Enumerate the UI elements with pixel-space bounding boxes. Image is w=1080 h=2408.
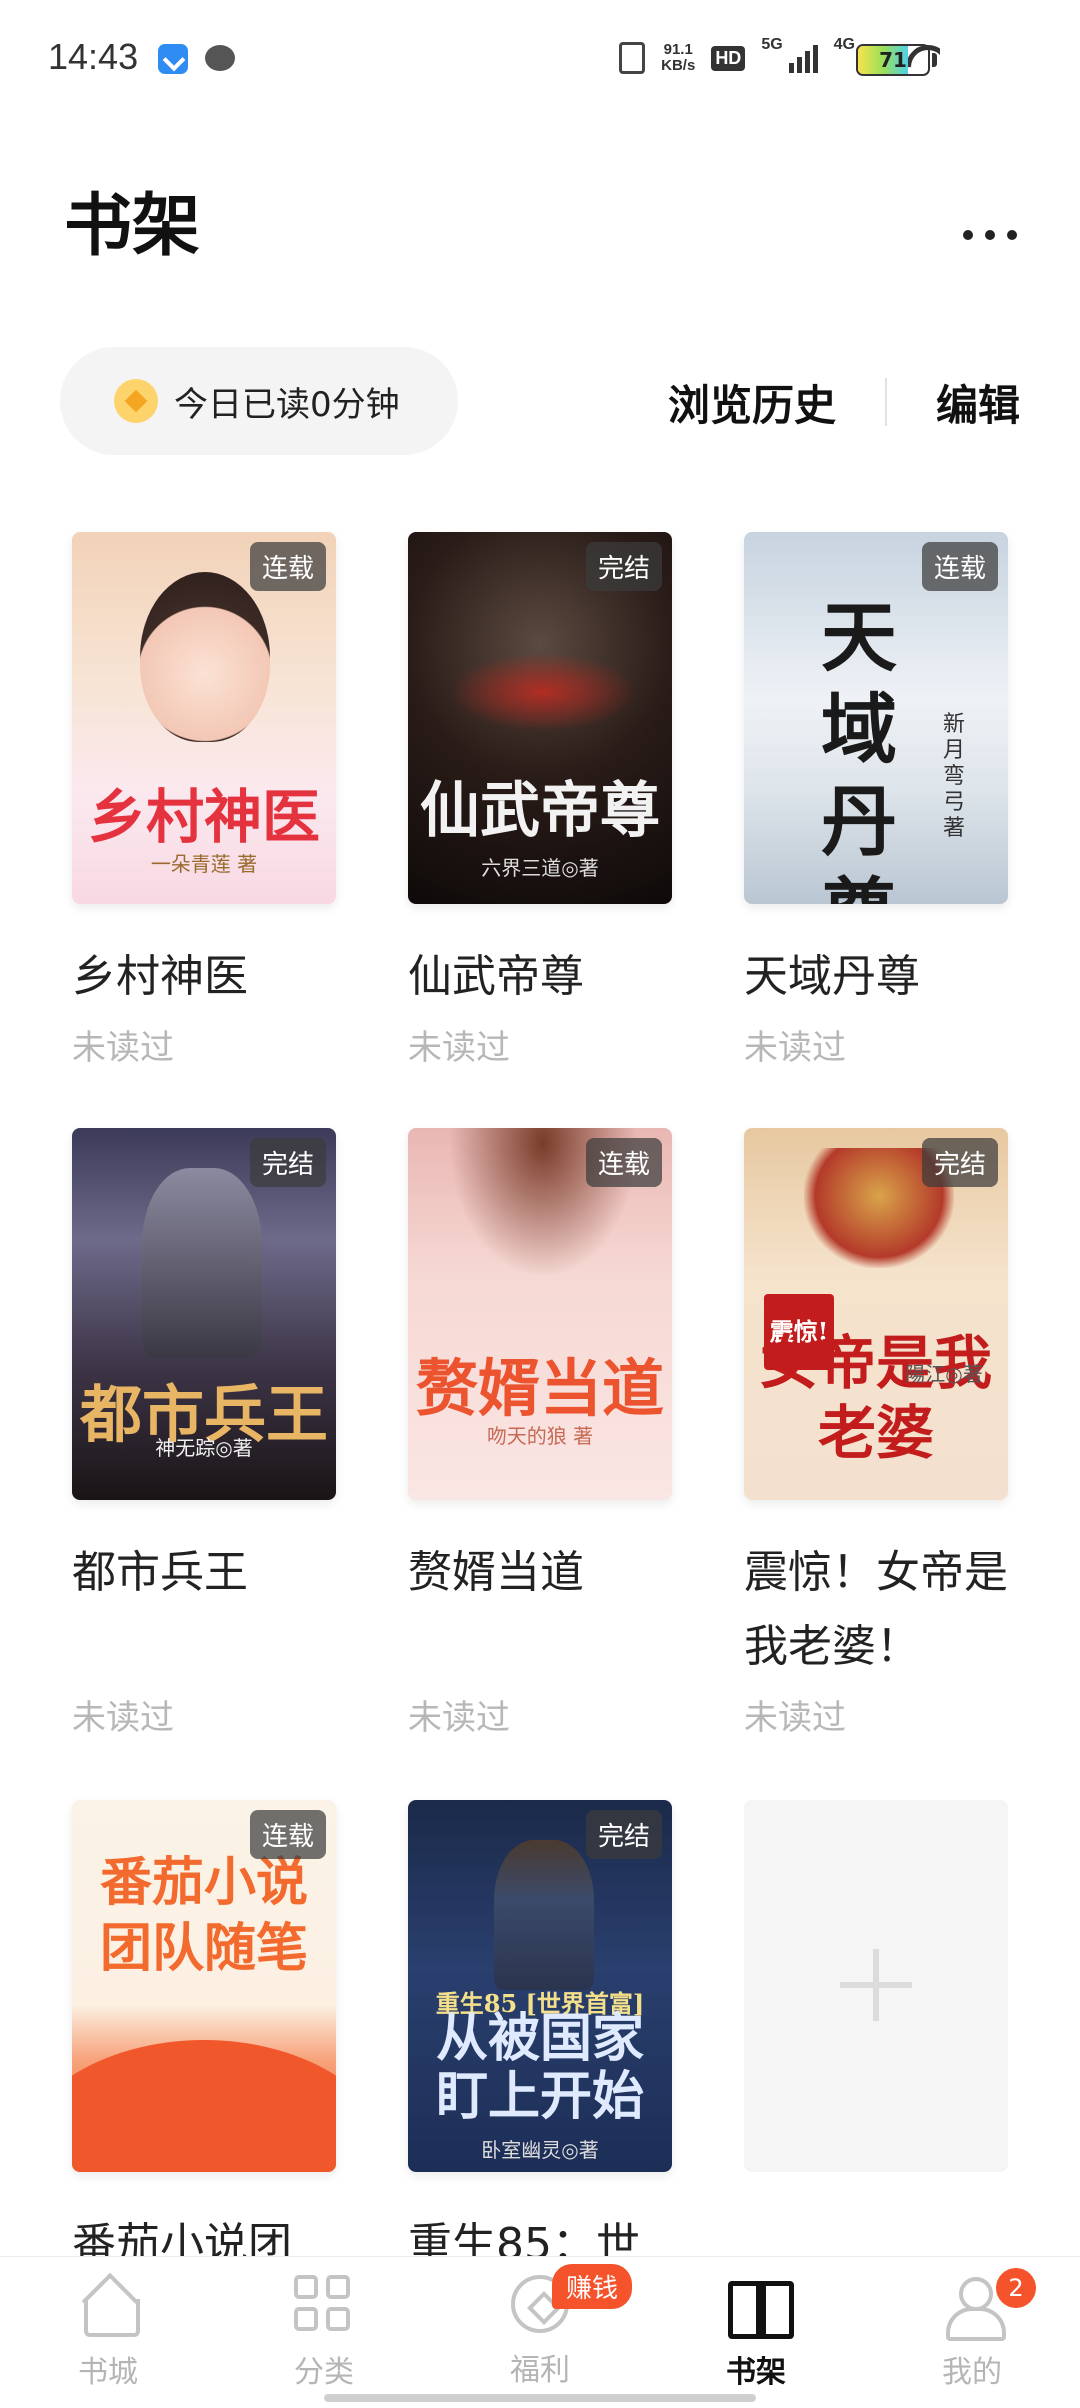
book-cover[interactable]: 天域丹尊 新月弯弓 著 连载 (744, 532, 1008, 904)
cover-author: 六界三道◎著 (481, 856, 599, 880)
serial-status-badge: 完结 (921, 1138, 998, 1187)
add-book-button[interactable] (744, 1800, 1008, 2172)
network-speed-unit: KB/s (661, 57, 696, 74)
book-cover[interactable]: 乡村神医 一朵青莲 著 连载 (72, 532, 336, 904)
book-cover[interactable]: 仙武帝尊 六界三道◎著 完结 (408, 532, 672, 904)
nav-label: 书城 (78, 2355, 138, 2390)
book-item[interactable]: 都市兵王 神无踪◎著 完结 都市兵王 未读过 (72, 1128, 336, 1739)
cover-title: 乡村神医 (87, 783, 320, 851)
network-speed-value: 91.1 (663, 41, 693, 58)
reading-time-text: 今日已读0分钟 (174, 384, 400, 425)
serial-status-badge: 完结 (585, 1810, 662, 1859)
book-title[interactable]: 仙武帝尊 (408, 940, 672, 1014)
nav-label: 书架 (726, 2355, 786, 2390)
edit-button[interactable]: 编辑 (936, 372, 1020, 433)
nav-label: 我的 (942, 2355, 1002, 2390)
cover-author: 一朵青莲 著 (150, 852, 258, 876)
cover-title: 仙武帝尊 (420, 776, 660, 846)
cover-title: 女帝是我老婆 (759, 1329, 992, 1467)
book-icon (726, 2275, 794, 2339)
serial-status-badge: 连载 (921, 542, 998, 591)
signal-5g-icon (788, 43, 818, 73)
book-item[interactable]: 重生85 [世界首富] 从被国家盯上开始 卧室幽灵◎著 完结 重生85：世 (408, 1800, 672, 2282)
cover-illustration (448, 652, 638, 732)
signal-5g-label: 5G (761, 36, 783, 53)
book-cover[interactable]: 赘婿当道 吻天的狼 著 连载 (408, 1128, 672, 1500)
grid-icon (294, 2275, 354, 2335)
nav-bookshelf[interactable]: 书架 (686, 2275, 826, 2391)
more-icon (963, 230, 973, 240)
cover-title: 赘婿当道 (415, 1352, 664, 1425)
book-cover[interactable]: 重生85 [世界首富] 从被国家盯上开始 卧室幽灵◎著 完结 (408, 1800, 672, 2172)
nav-label: 福利 (510, 2353, 570, 2388)
cover-author: 神无踪◎著 (155, 1436, 253, 1460)
message-notification-icon (205, 45, 235, 71)
network-speed: 91.1 KB/s (661, 42, 695, 74)
book-cover[interactable]: 都市兵王 神无踪◎著 完结 (72, 1128, 336, 1500)
battery-icon: 71 (856, 44, 930, 76)
cover-author: 新月弯弓 著 (942, 712, 965, 841)
more-icon-dot (985, 230, 995, 240)
read-status: 未读过 (408, 1698, 510, 1738)
action-divider (885, 378, 887, 426)
cover-illustration (72, 2040, 336, 2172)
signal-4g-label: 4G (833, 36, 855, 53)
battery-cap (932, 53, 937, 67)
read-status: 未读过 (744, 1028, 846, 1068)
book-cover[interactable]: 番茄小说团队随笔 连载 (72, 1800, 336, 2172)
book-title[interactable]: 震惊！女帝是我老婆！ (744, 1536, 1008, 1684)
book-title[interactable]: 乡村神医 (72, 940, 336, 1014)
notification-count-badge: 2 (996, 2268, 1036, 2308)
read-status: 未读过 (72, 1028, 174, 1068)
battery-level: 71 (879, 48, 907, 72)
book-title[interactable]: 天域丹尊 (744, 940, 1008, 1014)
cover-illustration (494, 1840, 594, 1990)
book-item[interactable]: 乡村神医 一朵青莲 著 连载 乡村神医 未读过 (72, 532, 336, 1069)
book-cover[interactable]: 震惊! 女帝是我老婆 陽江◎著 完结 (744, 1128, 1008, 1500)
coin-icon (114, 379, 158, 423)
book-item[interactable]: 天域丹尊 新月弯弓 著 连载 天域丹尊 未读过 (744, 532, 1008, 1069)
cover-title: 番茄小说团队随笔 (100, 1852, 309, 1979)
cover-title: 从被国家盯上开始 (435, 2008, 644, 2127)
book-item[interactable]: 赘婿当道 吻天的狼 著 连载 赘婿当道 未读过 (408, 1128, 672, 1739)
nav-bookstore[interactable]: 书城 (38, 2275, 178, 2391)
cover-author: 卧室幽灵◎著 (481, 2138, 599, 2162)
read-status: 未读过 (72, 1698, 174, 1738)
browse-history-button[interactable]: 浏览历史 (668, 372, 836, 433)
more-options-button[interactable] (950, 200, 1030, 270)
status-bar: 14:43 91.1 KB/s HD 5G 4G 71 (0, 0, 1080, 120)
serial-status-badge: 连载 (249, 542, 326, 591)
book-item[interactable]: 仙武帝尊 六界三道◎著 完结 仙武帝尊 未读过 (408, 532, 672, 1069)
cover-title: 天域丹尊 (821, 593, 897, 904)
serial-status-badge: 连载 (585, 1138, 662, 1187)
plus-icon-stroke (873, 1949, 879, 2021)
vibrate-icon (619, 42, 646, 74)
page-title: 书架 (64, 187, 201, 266)
home-icon (78, 2275, 140, 2337)
serial-status-badge: 完结 (249, 1138, 326, 1187)
hd-icon: HD (711, 45, 746, 71)
status-time: 14:43 (48, 36, 139, 77)
cover-illustration (142, 1168, 262, 1358)
home-indicator[interactable] (324, 2394, 756, 2402)
book-title[interactable]: 赘婿当道 (408, 1536, 672, 1610)
book-title[interactable]: 都市兵王 (72, 1536, 336, 1610)
more-icon-dot (1007, 230, 1017, 240)
nav-label: 分类 (294, 2355, 354, 2390)
read-status: 未读过 (408, 1028, 510, 1068)
cover-author: 吻天的狼 著 (486, 1424, 594, 1448)
earn-money-badge: 赚钱 (552, 2264, 633, 2309)
book-item[interactable]: 番茄小说团队随笔 连载 番茄小说团 (72, 1800, 336, 2282)
book-item[interactable]: 震惊! 女帝是我老婆 陽江◎著 完结 震惊！女帝是我老婆！ 未读过 (744, 1128, 1008, 1739)
serial-status-badge: 完结 (585, 542, 662, 591)
nav-category[interactable]: 分类 (254, 2275, 394, 2391)
reading-time-pill[interactable]: 今日已读0分钟 (60, 347, 458, 455)
read-status: 未读过 (744, 1698, 846, 1738)
serial-status-badge: 连载 (249, 1810, 326, 1859)
bottom-navigation: 书城 分类 福利 书架 我的 (0, 2256, 1080, 2408)
user-icon (942, 2275, 1006, 2341)
app-notification-icon (158, 44, 188, 74)
cover-illustration (140, 572, 270, 742)
cover-author: 陽江◎著 (905, 1362, 983, 1386)
